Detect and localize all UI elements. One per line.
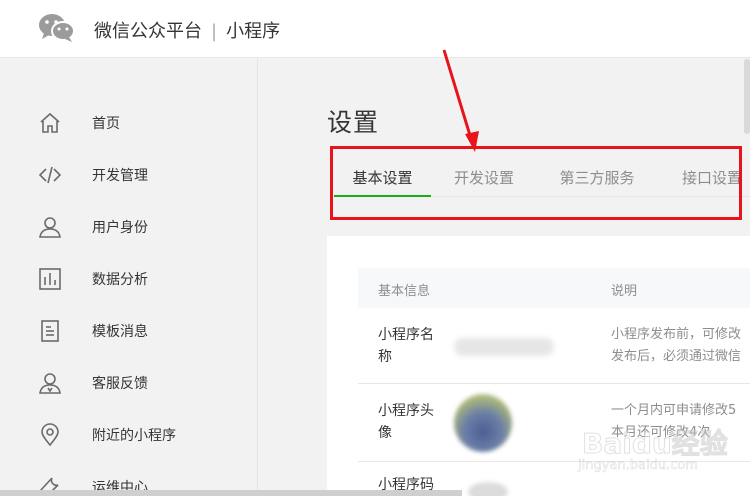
wechat-logo-icon (39, 14, 75, 42)
table-header: 基本信息 说明 (358, 268, 750, 308)
sidebar-item-label: 附近的小程序 (92, 428, 176, 444)
row-description-line: 发布后，必须通过微信 (611, 349, 742, 364)
scrollbar[interactable] (744, 59, 750, 134)
code-icon (38, 166, 62, 184)
watermark-url: jingyan.baidu.com (578, 458, 698, 474)
watermark-text: Baidu经验 (582, 427, 729, 461)
sidebar-item-data-analysis[interactable]: 数据分析 (0, 259, 258, 299)
baidu-watermark: Baidu经验 jingyan.baidu.com (574, 418, 744, 476)
table-row: 小程序名称 小程序发布前，可修改 发布后，必须通过微信 (358, 308, 750, 384)
bar-chart-icon (39, 268, 61, 290)
table-header-description: 说明 (611, 284, 638, 299)
sidebar-item-label: 开发管理 (92, 168, 148, 184)
sidebar-item-label: 用户身份 (92, 220, 148, 236)
table-header-basic-info: 基本信息 (378, 284, 431, 299)
home-icon (40, 112, 60, 133)
sidebar-item-dev-management[interactable]: 开发管理 (0, 155, 258, 195)
brand-separator: | (211, 21, 218, 42)
customer-service-icon (39, 373, 61, 394)
location-pin-icon (41, 423, 59, 447)
annotation-highlight-box (330, 146, 742, 220)
sidebar-item-label: 首页 (92, 116, 120, 132)
row-label: 小程序头像 (378, 403, 434, 441)
brand-main: 微信公众平台 (94, 21, 202, 42)
row-description: 小程序发布前，可修改 发布后，必须通过微信 (611, 324, 741, 368)
bottom-scroll-track (0, 490, 462, 496)
page-title: 设置 (327, 108, 380, 137)
sidebar-item-template-messages[interactable]: 模板消息 (0, 311, 258, 351)
brand-product: 小程序 (226, 21, 281, 42)
sidebar-item-label: 客服反馈 (92, 376, 148, 392)
row-description-line: 小程序发布前，可修改 (611, 327, 742, 342)
brand-title[interactable]: 微信公众平台 | 小程序 (94, 17, 280, 43)
user-icon (39, 217, 61, 238)
row-label: 小程序名称 (378, 327, 434, 365)
blurred-app-code (468, 482, 508, 496)
sidebar-item-user-identity[interactable]: 用户身份 (0, 207, 258, 247)
sidebar-item-label: 模板消息 (92, 324, 148, 340)
sidebar: 首页 开发管理 用户身份 数据分析 模板消息 客服反馈 附近的小程序 运维中心 (0, 59, 258, 496)
sidebar-item-label: 数据分析 (92, 272, 148, 288)
sidebar-item-home[interactable]: 首页 (0, 103, 258, 143)
annotation-arrow-icon (442, 49, 479, 152)
blurred-app-name (454, 338, 554, 356)
document-icon (41, 320, 59, 342)
top-bar: 微信公众平台 | 小程序 (0, 0, 750, 58)
sidebar-item-nearby-miniprograms[interactable]: 附近的小程序 (0, 415, 258, 455)
blurred-avatar (454, 394, 512, 452)
sidebar-item-customer-feedback[interactable]: 客服反馈 (0, 363, 258, 403)
